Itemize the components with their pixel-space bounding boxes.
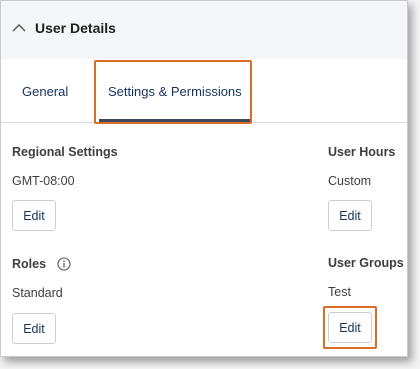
tab-settings-permissions[interactable]: Settings & Permissions xyxy=(108,84,242,99)
info-icon[interactable] xyxy=(57,257,71,271)
regional-settings-label: Regional Settings xyxy=(12,145,118,159)
user-groups-value: Test xyxy=(328,285,351,299)
roles-value: Standard xyxy=(12,286,63,300)
panel-title: User Details xyxy=(35,20,116,36)
user-hours-value: Custom xyxy=(328,174,372,188)
regional-settings-value: GMT-08:00 xyxy=(12,174,75,188)
settings-content: Regional Settings GMT-08:00 Edit User Ho… xyxy=(1,123,407,356)
user-groups-edit-button[interactable]: Edit xyxy=(328,312,372,343)
user-groups-label: User Groups xyxy=(328,256,404,270)
active-tab-indicator xyxy=(99,119,251,122)
tab-general[interactable]: General xyxy=(22,84,68,99)
user-details-panel: User Details General Settings & Permissi… xyxy=(0,0,408,357)
user-hours-edit-button[interactable]: Edit xyxy=(328,200,372,231)
user-hours-label: User Hours xyxy=(328,145,396,159)
tab-bar: General Settings & Permissions xyxy=(1,59,407,123)
regional-settings-edit-button[interactable]: Edit xyxy=(12,200,56,231)
panel-header[interactable]: User Details xyxy=(1,1,407,60)
roles-label: Roles xyxy=(12,257,47,271)
chevron-up-icon[interactable] xyxy=(12,23,26,33)
roles-edit-button[interactable]: Edit xyxy=(12,313,56,344)
